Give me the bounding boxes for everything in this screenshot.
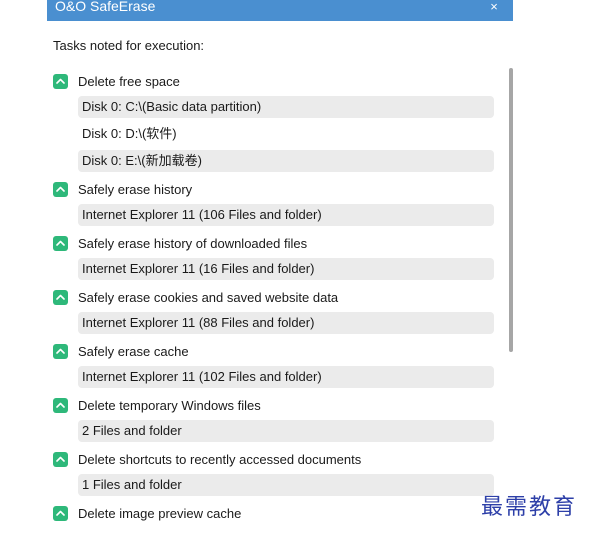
task-item: Internet Explorer 11 (16 Files and folde…: [78, 258, 494, 280]
scrollbar-thumb[interactable]: [509, 68, 513, 352]
category-label: Delete free space: [78, 73, 180, 89]
category-label: Delete temporary Windows files: [78, 397, 261, 413]
chevron-up-icon[interactable]: [53, 343, 68, 359]
task-item: Disk 0: E:\(新加载卷): [78, 150, 494, 172]
task-item: Disk 0: C:\(Basic data partition): [78, 96, 494, 118]
task-item: Internet Explorer 11 (106 Files and fold…: [78, 204, 494, 226]
chevron-up-icon[interactable]: [53, 397, 68, 413]
chevron-up-icon[interactable]: [53, 181, 68, 197]
task-item: Internet Explorer 11 (102 Files and fold…: [78, 366, 494, 388]
category-1[interactable]: Safely erase history: [53, 180, 192, 198]
chevron-up-icon[interactable]: [53, 235, 68, 251]
category-5[interactable]: Delete temporary Windows files: [53, 396, 261, 414]
category-label: Delete image preview cache: [78, 505, 242, 521]
chevron-up-icon[interactable]: [53, 451, 68, 467]
chevron-up-icon[interactable]: [53, 505, 68, 521]
category-2[interactable]: Safely erase history of downloaded files: [53, 234, 307, 252]
category-label: Safely erase cache: [78, 343, 189, 359]
chevron-up-icon[interactable]: [53, 73, 68, 89]
task-item: Internet Explorer 11 (88 Files and folde…: [78, 312, 494, 334]
category-3[interactable]: Safely erase cookies and saved website d…: [53, 288, 338, 306]
category-label: Safely erase history: [78, 181, 193, 197]
task-item: Disk 0: D:\(软件): [82, 126, 177, 141]
category-label: Safely erase cookies and saved website d…: [78, 289, 339, 305]
category-label: Delete shortcuts to recently accessed do…: [78, 451, 362, 467]
chevron-up-icon[interactable]: [53, 289, 68, 305]
category-7[interactable]: Delete image preview cache: [53, 504, 241, 522]
category-6[interactable]: Delete shortcuts to recently accessed do…: [53, 450, 361, 468]
category-label: Safely erase history of downloaded files: [78, 235, 308, 251]
task-item: 1 Files and folder: [78, 474, 494, 496]
watermark: 最需教育: [481, 495, 578, 520]
task-item: 2 Files and folder: [78, 420, 494, 442]
category-0[interactable]: Delete free space: [53, 72, 180, 90]
category-4[interactable]: Safely erase cache: [53, 342, 189, 360]
